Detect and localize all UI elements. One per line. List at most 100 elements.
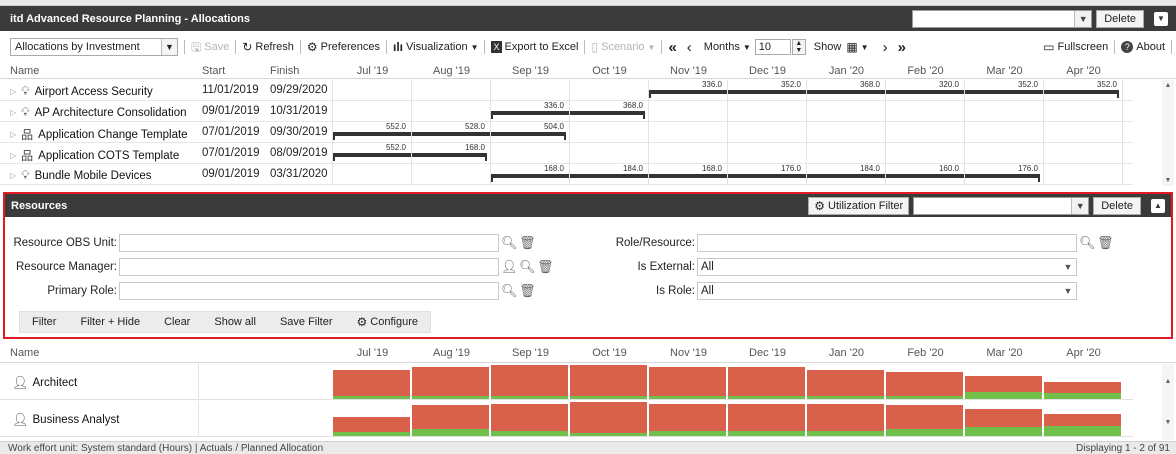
primary-role-input[interactable] [119,282,499,300]
utilization-cell[interactable] [728,400,805,436]
row-name-cell[interactable]: ▷ 品 Application Change Template [10,126,188,143]
filter-hide-button[interactable]: Filter + Hide [68,312,152,332]
export-excel-button[interactable]: X Export to Excel [491,41,578,53]
scroll-up-icon[interactable]: ▲ [1162,82,1174,89]
scroll-down-icon[interactable]: ▼ [1162,177,1174,184]
trash-icon[interactable]: 🗑︎ [1097,235,1114,251]
months-menu[interactable]: Months ▼ [704,41,751,53]
row-name-cell[interactable]: ▷ 💡︎ Airport Access Security [10,84,153,99]
is-role-select[interactable]: All ▼ [697,282,1077,300]
clear-button[interactable]: Clear [152,312,202,332]
saved-filter-select[interactable]: ▼ [913,196,1090,215]
utilization-filter-button[interactable]: ⚙ Utilization Filter [808,196,910,215]
utilization-cell[interactable] [570,400,647,436]
utilization-cell[interactable] [412,363,489,399]
search-icon[interactable]: 🔍︎ [501,283,518,299]
table-row[interactable]: ▷ 💡︎ Airport Access Security 11/01/2019 09/2… [0,80,1133,101]
allocation-scrollbar[interactable]: ▲ ▼ [1162,80,1174,186]
header-select[interactable]: ▼ [912,9,1093,28]
utilization-cell[interactable] [807,400,884,436]
prev-page-icon[interactable]: ‹ [687,39,692,56]
save-filter-button[interactable]: Save Filter [268,312,345,332]
allocation-bar[interactable] [491,111,645,119]
configure-button[interactable]: ⚙ Configure [345,312,430,332]
search-icon[interactable]: 🔍︎ [501,235,518,251]
chevron-down-icon[interactable]: ▼ [1060,259,1076,275]
resource-manager-input[interactable] [119,258,499,276]
search-icon[interactable]: 🔍︎ [1079,235,1096,251]
utilization-cell[interactable] [1044,400,1121,436]
column-header-name[interactable]: Name [10,65,39,77]
row-name-cell[interactable]: ▷ 品 Application COTS Template [10,147,179,164]
collapse-up-icon[interactable]: ▲ [1151,198,1165,213]
utilization-cell[interactable] [491,363,568,399]
resource-scrollbar[interactable]: ▲ ▼ [1162,364,1174,440]
table-row[interactable]: ▷ 品 Application Change Template 07/01/2019 0… [0,122,1133,143]
is-external-select[interactable]: All ▼ [697,258,1077,276]
utilization-cell[interactable] [570,363,647,399]
view-select[interactable]: Allocations by Investment ▼ [10,38,178,56]
allocation-bar[interactable] [649,90,1119,98]
utilization-cell[interactable] [491,400,568,436]
row-name-cell[interactable]: ▷ 💡︎ Bundle Mobile Devices [10,168,152,183]
show-all-button[interactable]: Show all [202,312,268,332]
chevron-down-icon[interactable]: ▼ [1071,197,1089,214]
chevron-down-icon[interactable]: ▼ [161,39,177,55]
utilization-cell[interactable] [728,363,805,399]
trash-icon[interactable]: 🗑︎ [519,235,536,251]
next-page-icon[interactable]: › [883,39,888,56]
resource-row[interactable]: 👤︎ Business Analyst [0,401,1133,437]
chevron-down-icon[interactable]: ▼ [1074,10,1092,27]
table-row[interactable]: ▷ 品 Application COTS Template 07/01/2019 08/… [0,143,1133,164]
resource-name-cell[interactable]: 👤︎ Business Analyst [12,412,119,428]
save-button[interactable]: 🖫 Save [191,41,229,53]
utilization-cell[interactable] [807,363,884,399]
utilization-cell[interactable] [965,363,1042,399]
utilization-cell[interactable] [333,363,410,399]
chevron-down-icon[interactable]: ▼ [1060,283,1076,299]
utilization-cell[interactable] [333,400,410,436]
scroll-down-icon[interactable]: ▼ [1162,419,1174,426]
first-page-icon[interactable]: « [668,39,676,56]
fullscreen-button[interactable]: ▭ Fullscreen [1043,41,1108,53]
scenario-menu[interactable]: ▯ Scenario ▼ [591,41,655,53]
expand-icon[interactable]: ▷ [10,108,16,117]
trash-icon[interactable]: 🗑︎ [519,283,536,299]
last-page-icon[interactable]: » [898,39,906,56]
utilization-cell[interactable] [649,400,726,436]
refresh-button[interactable]: ↻ Refresh [242,41,294,53]
row-name-cell[interactable]: ▷ 💡︎ AP Architecture Consolidation [10,105,187,120]
table-row[interactable]: ▷ 💡︎ AP Architecture Consolidation 09/01/20… [0,101,1133,122]
role-resource-input[interactable] [697,234,1077,252]
utilization-cell[interactable] [649,363,726,399]
allocation-bar[interactable] [491,174,1040,182]
resource-column-header-name[interactable]: Name [10,347,39,359]
about-button[interactable]: ? About [1121,41,1165,53]
filter-button[interactable]: Filter [20,312,68,332]
allocation-bar[interactable] [333,132,566,140]
column-header-start[interactable]: Start [202,65,225,77]
preferences-button[interactable]: ⚙ Preferences [307,41,380,53]
trash-icon[interactable]: 🗑︎ [537,259,554,275]
resource-row[interactable]: 👤︎ Architect [0,364,1133,400]
expand-icon[interactable]: ▷ [10,130,16,139]
expand-icon[interactable]: ▷ [10,151,16,160]
show-menu[interactable]: Show ▦ ▼ [814,41,869,53]
allocation-bar[interactable] [333,153,487,161]
expand-icon[interactable]: ▷ [10,171,16,180]
utilization-cell[interactable] [965,400,1042,436]
add-user-icon[interactable]: 👤︎ [501,259,518,275]
table-row[interactable]: ▷ 💡︎ Bundle Mobile Devices 09/01/2019 03/31/… [0,164,1133,185]
column-header-finish[interactable]: Finish [270,65,299,77]
resource-name-cell[interactable]: 👤︎ Architect [12,375,77,391]
obs-unit-input[interactable] [119,234,499,252]
visualization-menu[interactable]: ılı Visualization ▼ [393,41,479,53]
collapse-icon[interactable]: ▼ [1154,11,1168,26]
expand-icon[interactable]: ▷ [10,87,16,96]
utilization-cell[interactable] [886,363,963,399]
delete-button[interactable]: Delete [1096,9,1144,28]
utilization-cell[interactable] [412,400,489,436]
filter-delete-button[interactable]: Delete [1093,196,1141,215]
utilization-cell[interactable] [886,400,963,436]
months-stepper[interactable]: ▲ ▼ [791,39,806,55]
